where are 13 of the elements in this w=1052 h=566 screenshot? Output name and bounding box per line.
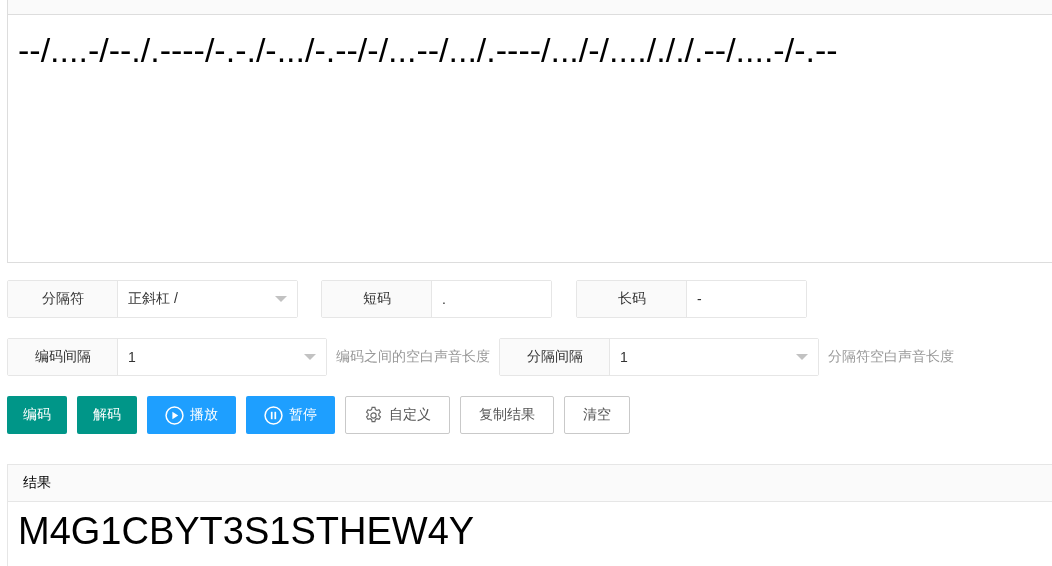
hint-text: 编码之间的空白声音长度 (336, 348, 490, 366)
pause-icon (264, 405, 283, 425)
play-icon (165, 405, 184, 425)
result-text: M4G1CBYT3S1STHEW4Y (18, 510, 475, 552)
action-button[interactable]: 清空 (564, 396, 630, 434)
input-textarea[interactable]: --/....-/--./.----/-.-./-.../-.--/-/...--/.../.----/.../-/..../././.--/....-/-.-- (8, 15, 1052, 262)
settings-icon (364, 405, 383, 425)
action-button[interactable]: 复制结果 (460, 396, 554, 434)
result-title: 结果 (23, 474, 51, 492)
action-button[interactable]: 解码 (77, 396, 137, 434)
action-button[interactable]: 编码 (7, 396, 67, 434)
settings-button[interactable]: 自定义 (345, 396, 450, 434)
hint-text: 分隔符空白声音长度 (828, 348, 954, 366)
